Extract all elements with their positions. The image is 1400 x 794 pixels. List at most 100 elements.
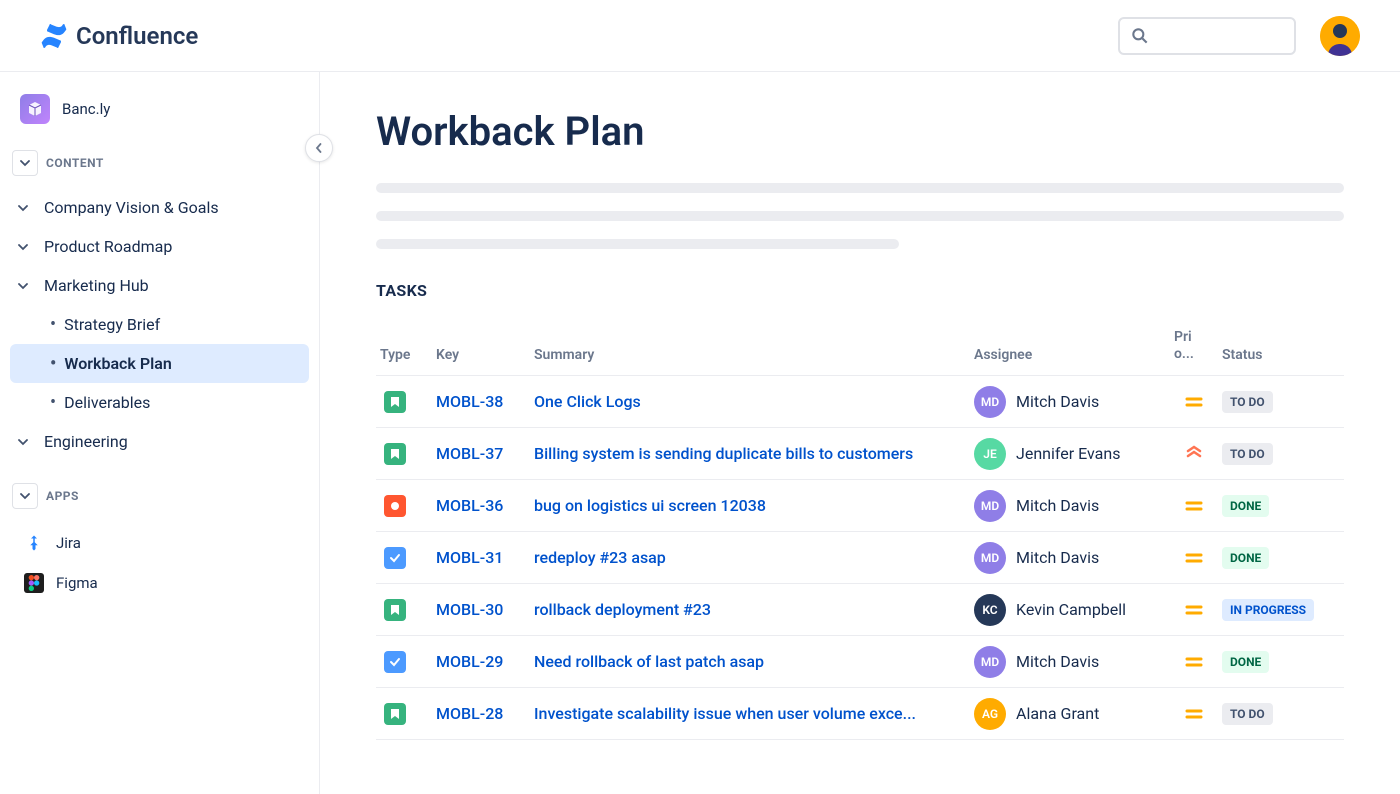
content-section-header[interactable]: CONTENT <box>10 142 309 184</box>
issue-summary-link[interactable]: One Click Logs <box>530 392 970 411</box>
assignee-cell[interactable]: KC Kevin Campbell <box>970 594 1170 626</box>
priority-medium-icon <box>1174 496 1214 516</box>
chevron-left-icon <box>314 143 324 153</box>
col-header-assignee[interactable]: Assignee <box>970 339 1170 375</box>
assignee-cell[interactable]: MD Mitch Davis <box>970 386 1170 418</box>
issue-key-link[interactable]: MOBL-38 <box>432 392 530 411</box>
issue-key-link[interactable]: MOBL-37 <box>432 444 530 463</box>
issue-summary-link[interactable]: Billing system is sending duplicate bill… <box>530 444 970 463</box>
issue-key-link[interactable]: MOBL-28 <box>432 704 530 723</box>
tree-item-deliverables[interactable]: • Deliverables <box>10 383 309 422</box>
issue-summary-link[interactable]: bug on logistics ui screen 12038 <box>530 496 970 515</box>
placeholder-line <box>376 183 1344 193</box>
tree-item-company-vision[interactable]: Company Vision & Goals <box>10 188 309 227</box>
col-header-status[interactable]: Status <box>1218 339 1328 375</box>
space-header[interactable]: Banc.ly <box>10 90 309 142</box>
search-input[interactable] <box>1118 17 1296 55</box>
tree-item-workback-plan[interactable]: • Workback Plan <box>10 344 309 383</box>
space-icon <box>20 94 50 124</box>
confluence-logo[interactable]: Confluence <box>40 22 198 50</box>
type-cell <box>376 703 432 725</box>
table-row[interactable]: MOBL-28 Investigate scalability issue wh… <box>376 688 1344 740</box>
type-cell <box>376 599 432 621</box>
assignee-name: Mitch Davis <box>1016 548 1099 567</box>
task-type-icon <box>384 651 406 673</box>
table-row[interactable]: MOBL-37 Billing system is sending duplic… <box>376 428 1344 480</box>
priority-medium-icon <box>1174 548 1214 568</box>
col-header-type[interactable]: Type <box>376 339 432 375</box>
bug-type-icon <box>384 495 406 517</box>
assignee-avatar: MD <box>974 490 1006 522</box>
app-item-figma[interactable]: Figma <box>10 563 309 603</box>
type-cell <box>376 547 432 569</box>
issue-summary-link[interactable]: Investigate scalability issue when user … <box>530 704 970 723</box>
status-badge: TO DO <box>1222 703 1273 725</box>
assignee-avatar: AG <box>974 698 1006 730</box>
sidebar-collapse-button[interactable] <box>305 134 333 162</box>
story-type-icon <box>384 599 406 621</box>
chevron-down-icon <box>18 281 36 291</box>
status-cell: TO DO <box>1218 703 1328 725</box>
assignee-avatar: MD <box>974 386 1006 418</box>
app-item-jira[interactable]: Jira <box>10 523 309 563</box>
col-header-summary[interactable]: Summary <box>530 339 970 375</box>
priority-cell <box>1170 496 1218 516</box>
assignee-cell[interactable]: AG Alana Grant <box>970 698 1170 730</box>
apps-section-label: APPS <box>46 489 79 503</box>
bullet-icon: • <box>50 394 56 412</box>
apps-section-header[interactable]: APPS <box>10 475 309 517</box>
assignee-cell[interactable]: MD Mitch Davis <box>970 542 1170 574</box>
status-badge: DONE <box>1222 547 1269 569</box>
table-row[interactable]: MOBL-29 Need rollback of last patch asap… <box>376 636 1344 688</box>
sidebar: Banc.ly CONTENT Company Vision & Goals P… <box>0 72 320 794</box>
issue-key-link[interactable]: MOBL-29 <box>432 652 530 671</box>
chevron-down-icon <box>12 483 38 509</box>
table-row[interactable]: MOBL-38 One Click Logs MD Mitch Davis TO… <box>376 376 1344 428</box>
priority-cell <box>1170 704 1218 724</box>
chevron-down-icon <box>18 203 36 213</box>
assignee-cell[interactable]: MD Mitch Davis <box>970 646 1170 678</box>
issue-summary-link[interactable]: redeploy #23 asap <box>530 548 970 567</box>
figma-icon <box>24 573 44 593</box>
user-avatar[interactable] <box>1320 16 1360 56</box>
task-type-icon <box>384 547 406 569</box>
priority-cell <box>1170 444 1218 464</box>
page-title: Workback Plan <box>376 108 1344 155</box>
priority-medium-icon <box>1174 392 1214 412</box>
story-type-icon <box>384 443 406 465</box>
placeholder-line <box>376 239 899 249</box>
table-row[interactable]: MOBL-36 bug on logistics ui screen 12038… <box>376 480 1344 532</box>
table-row[interactable]: MOBL-31 redeploy #23 asap MD Mitch Davis… <box>376 532 1344 584</box>
type-cell <box>376 391 432 413</box>
tree-item-product-roadmap[interactable]: Product Roadmap <box>10 227 309 266</box>
story-type-icon <box>384 703 406 725</box>
table-row[interactable]: MOBL-30 rollback deployment #23 KC Kevin… <box>376 584 1344 636</box>
assignee-name: Jennifer Evans <box>1016 444 1120 463</box>
priority-high-icon <box>1174 444 1214 464</box>
assignee-name: Mitch Davis <box>1016 496 1099 515</box>
assignee-avatar: KC <box>974 594 1006 626</box>
issue-key-link[interactable]: MOBL-36 <box>432 496 530 515</box>
col-header-key[interactable]: Key <box>432 339 530 375</box>
tree-item-engineering[interactable]: Engineering <box>10 422 309 461</box>
status-badge: TO DO <box>1222 443 1273 465</box>
tasks-table: Type Key Summary Assignee Pri o... Statu… <box>376 312 1344 740</box>
type-cell <box>376 443 432 465</box>
issue-key-link[interactable]: MOBL-31 <box>432 548 530 567</box>
assignee-cell[interactable]: JE Jennifer Evans <box>970 438 1170 470</box>
status-cell: TO DO <box>1218 443 1328 465</box>
priority-medium-icon <box>1174 600 1214 620</box>
priority-cell <box>1170 392 1218 412</box>
assignee-cell[interactable]: MD Mitch Davis <box>970 490 1170 522</box>
tree-item-marketing-hub[interactable]: Marketing Hub <box>10 266 309 305</box>
issue-key-link[interactable]: MOBL-30 <box>432 600 530 619</box>
issue-summary-link[interactable]: Need rollback of last patch asap <box>530 652 970 671</box>
status-cell: TO DO <box>1218 391 1328 413</box>
tree-item-strategy-brief[interactable]: • Strategy Brief <box>10 305 309 344</box>
issue-summary-link[interactable]: rollback deployment #23 <box>530 600 970 619</box>
assignee-avatar: MD <box>974 542 1006 574</box>
chevron-down-icon <box>12 150 38 176</box>
col-header-priority[interactable]: Pri o... <box>1170 321 1218 375</box>
status-cell: IN PROGRESS <box>1218 599 1328 621</box>
placeholder-line <box>376 211 1344 221</box>
